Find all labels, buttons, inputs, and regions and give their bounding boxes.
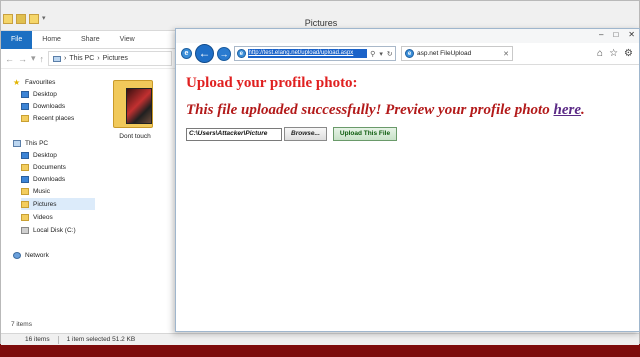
- upload-file-button[interactable]: Upload This File: [332, 127, 398, 141]
- explorer-address-bar: ← → ▾ ↑ › This PC › Pictures: [1, 49, 176, 69]
- pictures-icon: [21, 200, 29, 208]
- maximize-icon[interactable]: □: [613, 30, 618, 40]
- address-path[interactable]: › This PC › Pictures: [48, 51, 172, 66]
- forward-button[interactable]: →: [217, 46, 231, 61]
- navigation-pane: ★ Favourites Desktop Downloads Recent pl…: [1, 71, 101, 321]
- nav-label: Recent places: [33, 114, 75, 122]
- music-icon: [21, 187, 29, 195]
- nav-label: Music: [33, 187, 50, 195]
- status-divider: [57, 335, 59, 344]
- file-path-input[interactable]: C:\Users\Attacker\Picture: [186, 127, 282, 141]
- tab-share[interactable]: Share: [71, 31, 110, 49]
- address-crumb-this-pc[interactable]: This PC: [69, 55, 94, 62]
- tab-close-icon[interactable]: ✕: [503, 50, 509, 58]
- nav-label: Desktop: [33, 151, 57, 159]
- nav-item-pictures[interactable]: Pictures: [21, 198, 95, 210]
- folder-label[interactable]: Dont touch: [109, 133, 161, 140]
- nav-label: Downloads: [33, 175, 66, 183]
- browse-button[interactable]: Browse...: [284, 127, 327, 141]
- status-selection: 1 item selected 51.2 KB: [66, 336, 136, 343]
- window-controls: – □ ✕: [599, 30, 635, 40]
- settings-gear-icon[interactable]: ⚙: [624, 48, 633, 59]
- desktop-icon: [21, 90, 29, 98]
- search-icon[interactable]: ⚲: [369, 50, 376, 58]
- status-item-count: 16 items: [25, 336, 50, 343]
- chevron-right-icon: ›: [64, 55, 67, 62]
- nav-label: This PC: [25, 139, 49, 147]
- nav-label: Downloads: [33, 102, 66, 110]
- browser-toolbar: e ← → e http://test.elang.net/upload/upl…: [176, 43, 639, 65]
- nav-item-this-pc[interactable]: This PC: [13, 137, 107, 149]
- page-icon: e: [237, 49, 246, 58]
- nav-label: Videos: [33, 213, 53, 221]
- tab-home[interactable]: Home: [32, 31, 71, 49]
- computer-icon: [13, 139, 21, 147]
- close-icon[interactable]: ✕: [628, 30, 635, 40]
- back-button[interactable]: ←: [195, 44, 214, 63]
- dropdown-icon[interactable]: ▾: [378, 50, 385, 58]
- nav-item-network[interactable]: Network: [13, 249, 107, 261]
- desktop-icon: [21, 151, 29, 159]
- favorites-star-icon[interactable]: ☆: [609, 48, 618, 59]
- ribbon-tabs: File Home Share View: [1, 31, 176, 49]
- address-crumb-pictures[interactable]: Pictures: [103, 55, 128, 62]
- window-title: Pictures: [304, 18, 338, 28]
- items-count: 7 items: [11, 321, 32, 328]
- computer-icon: [53, 55, 62, 62]
- nav-label: Local Disk (C:): [33, 226, 76, 234]
- recent-places-icon: [21, 114, 29, 122]
- home-icon[interactable]: ⌂: [597, 48, 603, 59]
- web-page: Upload your profile photo: This file upl…: [176, 65, 639, 333]
- refresh-icon[interactable]: ↻: [386, 50, 393, 58]
- page-heading: Upload your profile photo:: [186, 75, 358, 91]
- address-bar[interactable]: e http://test.elang.net/upload/upload.as…: [234, 46, 396, 61]
- recent-dropdown-icon[interactable]: ▾: [31, 53, 36, 64]
- folder-item[interactable]: [113, 76, 153, 128]
- nav-label: Desktop: [33, 90, 57, 98]
- forward-arrow-icon[interactable]: →: [18, 54, 27, 64]
- back-arrow-icon[interactable]: ←: [5, 54, 14, 64]
- status-bar: 16 items 1 item selected 51.2 KB: [1, 333, 639, 345]
- nav-label: Favourites: [25, 78, 56, 86]
- toolbar-right: ⌂ ☆ ⚙: [597, 48, 633, 59]
- up-arrow-icon[interactable]: ↑: [40, 54, 45, 64]
- nav-item-favourites[interactable]: ★ Favourites: [13, 76, 107, 88]
- folder-preview-image: [126, 88, 152, 124]
- tab-file[interactable]: File: [1, 31, 33, 49]
- documents-icon: [21, 163, 29, 171]
- nav-label: Network: [25, 251, 49, 259]
- file-list: Dont touch: [101, 71, 181, 321]
- nav-label: Pictures: [33, 200, 57, 208]
- ie-icon: e: [181, 48, 192, 59]
- network-icon: [13, 251, 21, 259]
- star-icon: ★: [13, 77, 21, 87]
- success-period: .: [580, 102, 585, 118]
- tab-title: asp.net FileUpload: [417, 50, 472, 57]
- preview-link[interactable]: here: [553, 102, 581, 118]
- browser-tab[interactable]: e asp.net FileUpload ✕: [401, 46, 513, 61]
- success-text: This file uploaded successfully! Preview…: [186, 102, 554, 118]
- browser-window: – □ ✕ e ← → e http://test.elang.net/uplo…: [175, 28, 640, 332]
- explorer-titlebar: ▾ Pictures: [1, 1, 639, 31]
- tab-ie-icon: e: [405, 49, 414, 58]
- success-message: This file uploaded successfully! Preview…: [186, 102, 629, 119]
- upload-form: C:\Users\Attacker\Picture Browse... Uplo…: [186, 127, 629, 141]
- drive-icon: [21, 226, 29, 234]
- downloads-icon: [21, 102, 29, 110]
- chevron-right-icon: ›: [97, 55, 100, 62]
- videos-icon: [21, 213, 29, 221]
- browser-titlebar: – □ ✕: [176, 29, 639, 43]
- nav-label: Documents: [33, 163, 66, 171]
- minimize-icon[interactable]: –: [599, 30, 603, 40]
- downloads-icon: [21, 175, 29, 183]
- url-text[interactable]: http://test.elang.net/upload/upload.aspx: [247, 49, 368, 58]
- tab-view[interactable]: View: [110, 31, 145, 49]
